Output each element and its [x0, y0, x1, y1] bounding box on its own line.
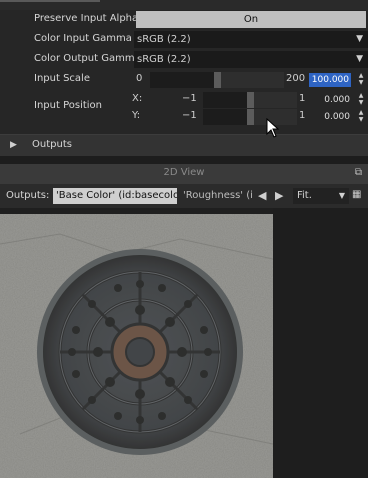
view-canvas[interactable] [0, 208, 368, 478]
input-position-label: Input Position [34, 100, 103, 111]
input-scale-row: Input Scale 0 200 100.000 ▲ ▼ [0, 70, 368, 90]
input-position-y-max: 1 [299, 110, 306, 121]
input-scale-max: 200 [286, 73, 306, 84]
outputs-section-header[interactable]: ▶ Outputs [0, 134, 368, 156]
manhole-texture-image [0, 214, 273, 478]
input-scale-spinner[interactable]: ▲ ▼ [356, 72, 366, 87]
preserve-alpha-toggle[interactable]: On [136, 11, 366, 28]
spin-up-icon[interactable]: ▲ [356, 72, 366, 79]
color-output-gamma-value: sRGB (2.2) [137, 54, 191, 65]
next-icon[interactable]: ▶ [275, 189, 283, 202]
input-position-x-value[interactable]: 0.000 [318, 93, 352, 107]
color-output-gamma-row: Color Output Gamma sRGB (2.2) ▼ [0, 50, 368, 70]
dropdown-arrow-icon: ▼ [356, 34, 363, 44]
input-position-y-fill [203, 109, 250, 125]
input-position-y-value[interactable]: 0.000 [318, 110, 352, 124]
input-position-x-axis: X: [132, 93, 143, 104]
view-title-bar: 2D View ⧉ [0, 164, 368, 184]
spin-down-icon[interactable]: ▼ [356, 116, 366, 123]
view-toolbar: Outputs: 'Base Color' (id:basecolor) 'Ro… [0, 184, 368, 208]
input-position-y-min: −1 [182, 110, 197, 121]
spin-down-icon[interactable]: ▼ [356, 99, 366, 106]
color-input-gamma-row: Color Input Gamma sRGB (2.2) ▼ [0, 30, 368, 50]
spin-down-icon[interactable]: ▼ [356, 79, 366, 86]
color-input-gamma-label: Color Input Gamma [34, 33, 132, 44]
dropdown-arrow-icon: ▼ [356, 54, 363, 64]
outputs-section-label: Outputs [32, 139, 72, 150]
spin-up-icon[interactable]: ▲ [356, 109, 366, 116]
input-position-x-min: −1 [182, 93, 197, 104]
color-output-gamma-select[interactable]: sRGB (2.2) ▼ [134, 51, 368, 68]
input-position-x-spinner[interactable]: ▲ ▼ [356, 92, 366, 107]
input-scale-slider[interactable] [150, 72, 284, 88]
input-position-y-thumb[interactable] [247, 109, 254, 125]
input-position-y-slider[interactable] [203, 109, 297, 125]
preserve-alpha-label: Preserve Input Alpha [34, 13, 139, 24]
input-position-x-slider[interactable] [203, 92, 297, 108]
spin-up-icon[interactable]: ▲ [356, 92, 366, 99]
prev-icon[interactable]: ◀ [258, 189, 266, 202]
input-scale-fill [150, 72, 217, 88]
input-position-x-thumb[interactable] [247, 92, 254, 108]
output-chip-basecolor[interactable]: 'Base Color' (id:basecolor) [53, 188, 177, 204]
input-position-y-axis: Y: [132, 110, 141, 121]
popout-icon[interactable]: ⧉ [355, 167, 362, 178]
expand-arrow-icon[interactable]: ▶ [10, 140, 17, 150]
zoom-mode-value: Fit. [297, 190, 312, 201]
input-scale-min: 0 [136, 73, 143, 84]
input-position-y-spinner[interactable]: ▲ ▼ [356, 109, 366, 124]
input-scale-thumb[interactable] [214, 72, 221, 88]
input-position-x-fill [203, 92, 250, 108]
outputs-label: Outputs: [6, 190, 50, 201]
input-position-row: Input Position X: −1 1 0.000 ▲ ▼ Y: −1 1… [0, 90, 368, 130]
dropdown-arrow-icon: ▼ [338, 191, 345, 200]
color-input-gamma-select[interactable]: sRGB (2.2) ▼ [134, 31, 368, 48]
zoom-mode-select[interactable]: Fit. ▼ [293, 188, 349, 204]
mouse-cursor-icon [266, 118, 280, 138]
panel-divider [0, 156, 368, 164]
output-chip-roughness[interactable]: 'Roughness' (id [180, 188, 252, 204]
view-title: 2D View [163, 167, 205, 178]
input-position-x-max: 1 [299, 93, 306, 104]
color-output-gamma-label: Color Output Gamma [34, 53, 141, 64]
tab-indicator [0, 0, 100, 2]
view-empty-area [273, 208, 368, 478]
texture-preview [0, 214, 273, 478]
panel-top-strip [0, 0, 368, 10]
input-scale-value-field[interactable]: 100.000 [309, 73, 351, 87]
preserve-alpha-row: Preserve Input Alpha On [0, 10, 368, 30]
input-scale-label: Input Scale [34, 73, 90, 84]
properties-panel: Preserve Input Alpha On Color Input Gamm… [0, 10, 368, 134]
color-input-gamma-value: sRGB (2.2) [137, 34, 191, 45]
settings-icon[interactable]: ▦ [352, 189, 361, 200]
